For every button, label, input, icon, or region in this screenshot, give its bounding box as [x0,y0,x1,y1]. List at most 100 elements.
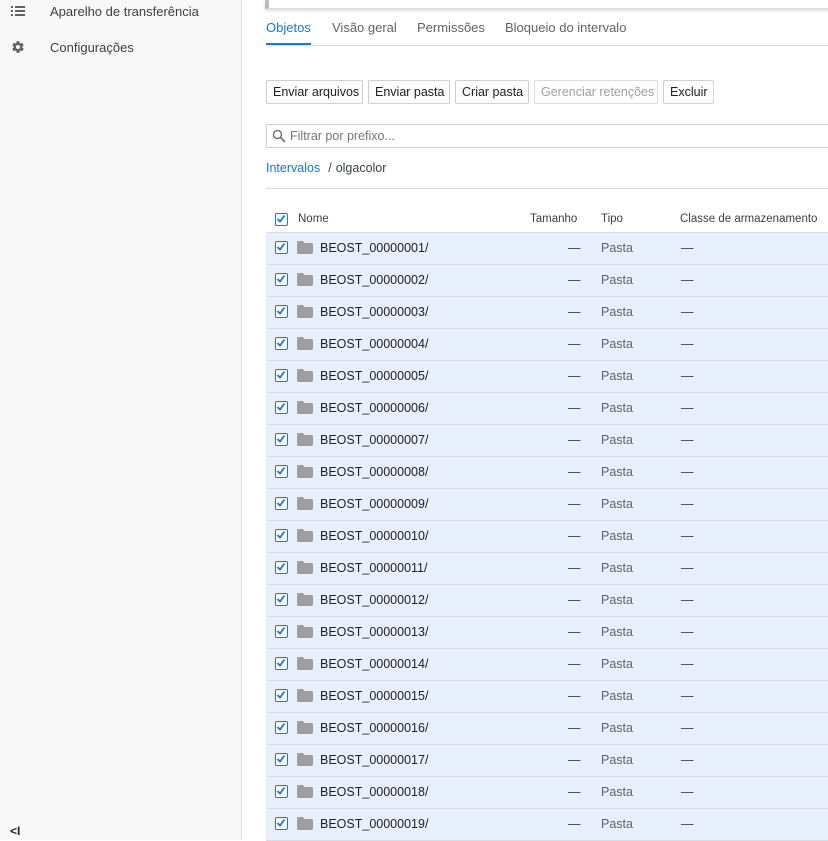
object-type: Pasta [601,305,633,319]
object-name-link[interactable]: BEOST_00000004/ [320,337,428,351]
breadcrumb-separator: / [328,161,332,175]
row-checkbox[interactable] [275,369,288,382]
table-row[interactable]: BEOST_00000004/ — Pasta — [266,329,828,361]
folder-icon [297,689,313,702]
objects-table: Nome Tamanho Tipo Classe de armazenament… [266,204,828,841]
column-header-storage-class[interactable]: Classe de armazenamento [680,213,817,225]
row-checkbox[interactable] [275,561,288,574]
manage-holds-button[interactable]: Gerenciar retenções [534,80,658,104]
object-type: Pasta [601,497,633,511]
object-name-link[interactable]: BEOST_00000018/ [320,785,428,799]
table-row[interactable]: BEOST_00000012/ — Pasta — [266,585,828,617]
object-name-link[interactable]: BEOST_00000006/ [320,401,428,415]
object-size: — [568,401,581,415]
object-name-link[interactable]: BEOST_00000019/ [320,817,428,831]
column-header-size[interactable]: Tamanho [530,213,577,225]
object-name-link[interactable]: BEOST_00000009/ [320,497,428,511]
filter-prefix-input[interactable] [290,129,790,143]
object-size: — [568,785,581,799]
row-checkbox[interactable] [275,785,288,798]
object-name-link[interactable]: BEOST_00000008/ [320,465,428,479]
row-checkbox[interactable] [275,657,288,670]
row-checkbox[interactable] [275,305,288,318]
table-row[interactable]: BEOST_00000003/ — Pasta — [266,297,828,329]
object-name-link[interactable]: BEOST_00000016/ [320,721,428,735]
object-storage-class: — [681,561,694,575]
breadcrumb-buckets-link[interactable]: Intervalos [266,161,320,175]
table-row[interactable]: BEOST_00000013/ — Pasta — [266,617,828,649]
table-row[interactable]: BEOST_00000016/ — Pasta — [266,713,828,745]
table-row[interactable]: BEOST_00000005/ — Pasta — [266,361,828,393]
object-storage-class: — [681,273,694,287]
upload-folder-button[interactable]: Enviar pasta [368,80,450,104]
object-type: Pasta [601,529,633,543]
row-checkbox[interactable] [275,465,288,478]
table-row[interactable]: BEOST_00000018/ — Pasta — [266,777,828,809]
row-checkbox[interactable] [275,625,288,638]
object-type: Pasta [601,369,633,383]
object-name-link[interactable]: BEOST_00000001/ [320,241,428,255]
delete-button[interactable]: Excluir [663,80,714,104]
table-row[interactable]: BEOST_00000006/ — Pasta — [266,393,828,425]
tab-overview[interactable]: Visão geral [332,20,397,44]
table-row[interactable]: BEOST_00000014/ — Pasta — [266,649,828,681]
object-size: — [568,497,581,511]
table-row[interactable]: BEOST_00000015/ — Pasta — [266,681,828,713]
row-checkbox[interactable] [275,433,288,446]
object-type: Pasta [601,337,633,351]
object-size: — [568,753,581,767]
row-checkbox[interactable] [275,689,288,702]
table-row[interactable]: BEOST_00000017/ — Pasta — [266,745,828,777]
row-checkbox[interactable] [275,241,288,254]
object-name-link[interactable]: BEOST_00000014/ [320,657,428,671]
table-row[interactable]: BEOST_00000009/ — Pasta — [266,489,828,521]
divider [266,188,828,189]
row-checkbox[interactable] [275,817,288,830]
object-name-link[interactable]: BEOST_00000012/ [320,593,428,607]
create-folder-button[interactable]: Criar pasta [455,80,529,104]
table-row[interactable]: BEOST_00000007/ — Pasta — [266,425,828,457]
object-name-link[interactable]: BEOST_00000003/ [320,305,428,319]
row-checkbox[interactable] [275,401,288,414]
folder-icon [297,785,313,798]
tab-bucket-lock[interactable]: Bloqueio do intervalo [505,20,626,44]
object-name-link[interactable]: BEOST_00000013/ [320,625,428,639]
object-name-link[interactable]: BEOST_00000015/ [320,689,428,703]
object-name-link[interactable]: BEOST_00000005/ [320,369,428,383]
collapse-sidebar-icon[interactable]: <I [10,824,26,838]
object-name-link[interactable]: BEOST_00000010/ [320,529,428,543]
table-row[interactable]: BEOST_00000010/ — Pasta — [266,521,828,553]
column-header-name[interactable]: Nome [298,213,329,225]
object-name-link[interactable]: BEOST_00000007/ [320,433,428,447]
tab-permissions[interactable]: Permissões [417,20,485,44]
folder-icon [297,657,313,670]
row-checkbox[interactable] [275,337,288,350]
table-row[interactable]: BEOST_00000001/ — Pasta — [266,233,828,265]
object-name-link[interactable]: BEOST_00000002/ [320,273,428,287]
object-name-link[interactable]: BEOST_00000011/ [320,561,427,575]
select-all-checkbox[interactable] [275,213,288,226]
object-size: — [568,433,581,447]
sidebar-item-label: Aparelho de transferência [50,3,199,19]
row-checkbox[interactable] [275,721,288,734]
table-row[interactable]: BEOST_00000011/ — Pasta — [266,553,828,585]
object-type: Pasta [601,689,633,703]
row-checkbox[interactable] [275,497,288,510]
object-storage-class: — [681,785,694,799]
row-checkbox[interactable] [275,753,288,766]
object-name-link[interactable]: BEOST_00000017/ [320,753,428,767]
table-row[interactable]: BEOST_00000002/ — Pasta — [266,265,828,297]
folder-icon [297,625,313,638]
tab-bar: Objetos Visão geral Permissões Bloqueio … [266,14,828,46]
row-checkbox[interactable] [275,593,288,606]
row-checkbox[interactable] [275,273,288,286]
table-row[interactable]: BEOST_00000019/ — Pasta — [266,809,828,841]
table-row[interactable]: BEOST_00000008/ — Pasta — [266,457,828,489]
tab-objects[interactable]: Objetos [266,20,311,45]
sidebar-item-transfer-appliance[interactable]: Aparelho de transferência [0,0,240,26]
row-checkbox[interactable] [275,529,288,542]
column-header-type[interactable]: Tipo [601,213,623,225]
sidebar-item-settings[interactable]: Configurações [0,32,240,62]
table-header: Nome Tamanho Tipo Classe de armazenament… [266,204,828,233]
upload-files-button[interactable]: Enviar arquivos [266,80,363,104]
